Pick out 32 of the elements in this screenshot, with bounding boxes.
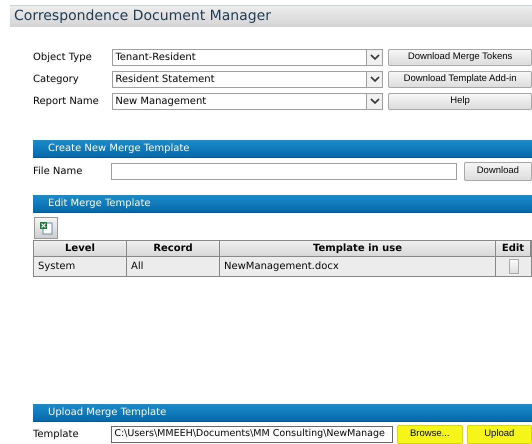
excel-export-icon[interactable] <box>34 217 58 239</box>
chevron-down-icon <box>366 72 382 86</box>
column-header: Edit <box>496 241 531 256</box>
file-name-field[interactable] <box>111 162 457 180</box>
page-title: Correspondence Document Manager <box>10 5 532 27</box>
section-header: Create New Merge Template <box>33 140 532 158</box>
table-cell: NewManagement.docx <box>220 257 496 276</box>
field-label: File Name <box>33 164 84 178</box>
column-header: Record <box>127 241 220 256</box>
column-header: Template in use <box>220 241 496 256</box>
table-cell: All <box>127 257 220 276</box>
chevron-down-icon <box>366 94 382 108</box>
section-header: Edit Merge Template <box>33 195 532 213</box>
table-cell: System <box>34 257 127 276</box>
field-label: Category <box>33 72 80 86</box>
chevron-down-icon <box>366 50 382 64</box>
upload-action-button[interactable]: Browse... <box>397 424 463 444</box>
dropdown[interactable]: Tenant-Resident <box>112 48 384 66</box>
field-label: Report Name <box>33 94 100 108</box>
action-button[interactable]: Download Merge Tokens <box>388 48 532 66</box>
action-button[interactable]: Download Template Add-in <box>388 70 532 88</box>
field-label: Template <box>33 428 80 442</box>
download-button[interactable]: Download <box>464 162 532 180</box>
dropdown[interactable]: Resident Statement <box>112 70 384 88</box>
upload-action-button[interactable]: Upload <box>466 424 532 444</box>
section-header: Upload Merge Template <box>33 404 532 422</box>
template-path-field[interactable]: C:\Users\MMEEH\Documents\MM Consulting\NewManage <box>111 426 394 442</box>
action-button[interactable]: Help <box>388 92 532 110</box>
column-header: Level <box>34 241 127 256</box>
edit-button[interactable] <box>508 259 518 274</box>
field-label: Object Type <box>33 50 93 64</box>
dropdown[interactable]: New Management <box>112 92 384 110</box>
